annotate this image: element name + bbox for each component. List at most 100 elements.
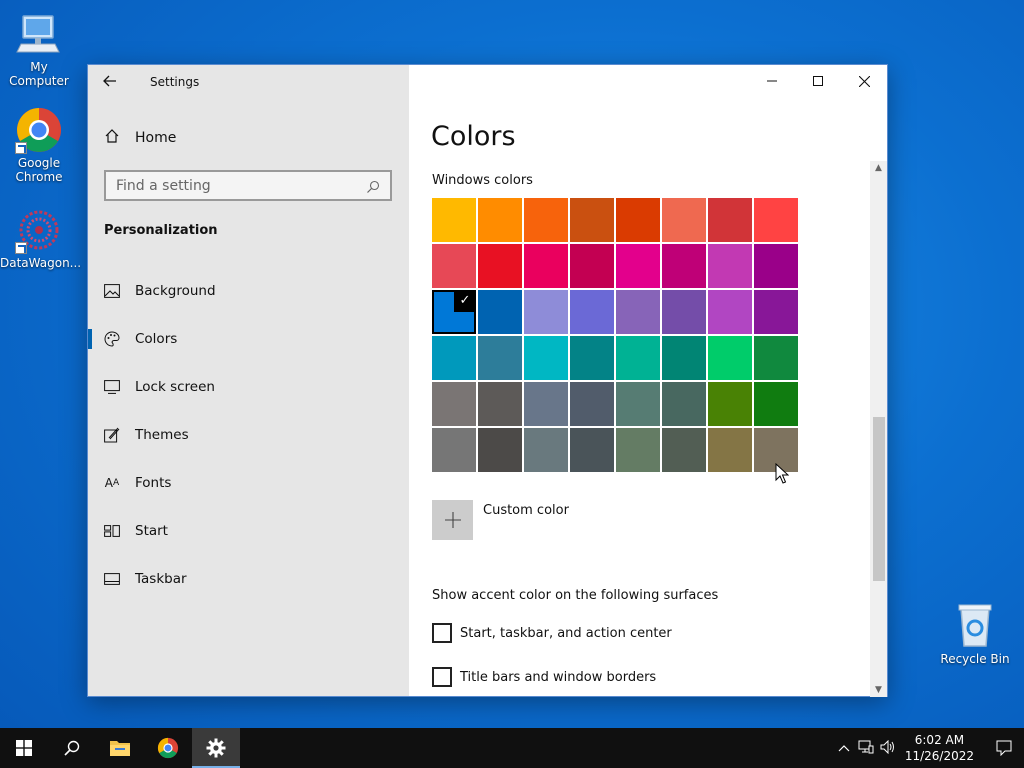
color-swatch[interactable] (432, 244, 476, 288)
color-swatch[interactable] (662, 198, 706, 242)
color-swatch[interactable] (662, 428, 706, 472)
color-swatch[interactable] (570, 290, 614, 334)
color-swatch[interactable] (708, 290, 752, 334)
color-swatch[interactable] (616, 336, 660, 380)
color-swatch[interactable] (478, 336, 522, 380)
color-swatch[interactable] (708, 198, 752, 242)
color-swatch[interactable] (570, 198, 614, 242)
color-swatch[interactable] (754, 244, 798, 288)
color-swatch[interactable] (432, 290, 476, 334)
color-swatch[interactable] (432, 428, 476, 472)
scrollbar[interactable]: ▲ ▼ (870, 161, 887, 697)
color-swatch[interactable] (524, 336, 568, 380)
settings-window: Settings Home Personalization Background (87, 64, 888, 697)
color-swatch[interactable] (478, 198, 522, 242)
color-swatch[interactable] (616, 290, 660, 334)
volume-icon[interactable] (877, 739, 899, 757)
color-swatch[interactable] (432, 198, 476, 242)
color-swatch[interactable] (754, 198, 798, 242)
color-swatch[interactable] (432, 382, 476, 426)
search-box[interactable] (104, 170, 392, 201)
desktop-icon-recycle-bin[interactable]: Recycle Bin (936, 602, 1014, 666)
search-button[interactable] (48, 728, 96, 768)
color-swatch[interactable] (662, 290, 706, 334)
maximize-button[interactable] (795, 65, 841, 97)
color-swatch[interactable] (662, 382, 706, 426)
nav-item-label: Taskbar (135, 571, 187, 587)
color-swatch[interactable] (662, 336, 706, 380)
network-icon[interactable] (855, 740, 877, 757)
search-input[interactable] (116, 177, 366, 194)
color-swatch[interactable] (524, 382, 568, 426)
color-swatch[interactable] (524, 290, 568, 334)
close-button[interactable] (841, 65, 887, 97)
action-center-button[interactable] (984, 728, 1024, 768)
start-button[interactable] (0, 728, 48, 768)
color-swatch[interactable] (478, 290, 522, 334)
custom-color-button[interactable]: Custom color (432, 500, 569, 540)
window-controls (749, 65, 887, 97)
nav-item-start[interactable]: Start (88, 507, 409, 555)
color-swatch[interactable] (524, 244, 568, 288)
scroll-down-icon[interactable]: ▼ (870, 683, 887, 697)
nav-item-lock-screen[interactable]: Lock screen (88, 363, 409, 411)
color-swatch[interactable] (754, 382, 798, 426)
checkbox[interactable] (432, 667, 452, 687)
checkbox-title-bars[interactable]: Title bars and window borders (432, 667, 656, 687)
nav-item-colors[interactable]: Colors (88, 315, 409, 363)
color-swatch[interactable] (616, 382, 660, 426)
chevron-up-icon[interactable] (833, 741, 855, 755)
color-swatch[interactable] (662, 244, 706, 288)
color-swatch[interactable] (616, 428, 660, 472)
color-swatch[interactable] (478, 428, 522, 472)
color-swatch[interactable] (708, 382, 752, 426)
gear-icon (206, 738, 226, 758)
desktop-icon-google-chrome[interactable]: Google Chrome (0, 106, 78, 184)
color-swatch[interactable] (478, 382, 522, 426)
nav-home-label: Home (135, 130, 177, 146)
nav-home[interactable]: Home (104, 128, 176, 148)
desktop-icon-my-computer[interactable]: My Computer (0, 10, 78, 88)
color-swatch[interactable] (570, 336, 614, 380)
nav-item-label: Colors (135, 331, 178, 347)
nav-item-fonts[interactable]: AA Fonts (88, 459, 409, 507)
nav-item-themes[interactable]: Themes (88, 411, 409, 459)
color-swatch[interactable] (570, 244, 614, 288)
settings-taskbar-button[interactable] (192, 728, 240, 768)
color-swatch[interactable] (570, 382, 614, 426)
title-bar: Settings (88, 65, 409, 99)
nav-item-taskbar[interactable]: Taskbar (88, 555, 409, 603)
color-swatch[interactable] (478, 244, 522, 288)
accent-surfaces-label: Show accent color on the following surfa… (432, 588, 719, 603)
color-swatch[interactable] (524, 428, 568, 472)
color-swatch[interactable] (432, 336, 476, 380)
color-swatch[interactable] (708, 428, 752, 472)
scrollbar-thumb[interactable] (873, 417, 885, 581)
color-swatch[interactable] (524, 198, 568, 242)
window-title: Settings (150, 75, 200, 89)
color-swatch[interactable] (570, 428, 614, 472)
desktop-icon-datawagon[interactable]: DataWagon... (0, 206, 81, 270)
custom-color-label: Custom color (483, 503, 569, 518)
file-explorer-button[interactable] (96, 728, 144, 768)
color-swatch[interactable] (708, 244, 752, 288)
color-swatch[interactable] (616, 244, 660, 288)
image-icon (104, 283, 120, 299)
computer-icon (15, 10, 63, 58)
color-swatch[interactable] (754, 290, 798, 334)
color-swatch[interactable] (616, 198, 660, 242)
color-swatch[interactable] (754, 336, 798, 380)
nav-item-label: Start (135, 523, 168, 539)
scroll-up-icon[interactable]: ▲ (870, 161, 887, 175)
color-swatch[interactable] (708, 336, 752, 380)
checkbox[interactable] (432, 623, 452, 643)
clock[interactable]: 6:02 AM 11/26/2022 (905, 732, 974, 764)
settings-content: Colors Windows colors Custom color Show … (409, 65, 887, 697)
back-button[interactable] (102, 73, 120, 91)
maximize-icon (813, 76, 823, 86)
search-icon (64, 740, 80, 756)
minimize-button[interactable] (749, 65, 795, 97)
checkbox-start-taskbar[interactable]: Start, taskbar, and action center (432, 623, 672, 643)
nav-item-background[interactable]: Background (88, 267, 409, 315)
chrome-taskbar-button[interactable] (144, 728, 192, 768)
